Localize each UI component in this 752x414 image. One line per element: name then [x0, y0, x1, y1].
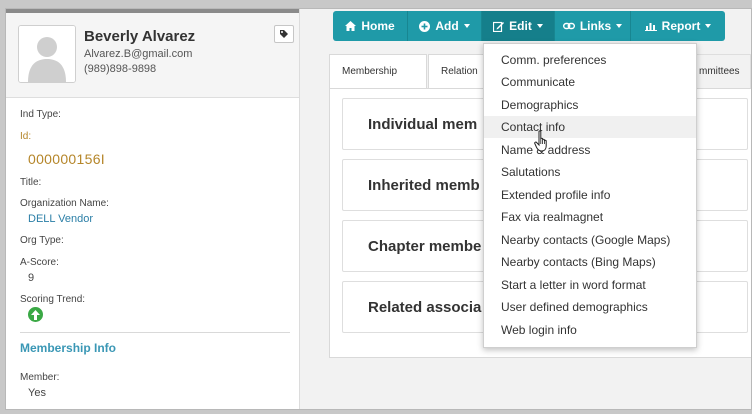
edit-label: Edit [509, 19, 532, 33]
chevron-down-icon [705, 24, 712, 28]
org-name-link[interactable]: DELL Vendor [28, 213, 93, 225]
add-button[interactable]: Add [408, 11, 482, 41]
profile-header: Beverly Alvarez Alvarez.B@gmail.com (989… [6, 13, 299, 98]
title-label: Title: [20, 177, 42, 188]
contact-phone: (989)898-9898 [84, 63, 157, 75]
home-icon [345, 21, 357, 31]
menu-item-comm-preferences[interactable]: Comm. preferences [484, 49, 696, 71]
menu-item-user-demographics[interactable]: User defined demographics [484, 296, 696, 318]
links-button[interactable]: Links [555, 11, 631, 41]
menu-item-communicate[interactable]: Communicate [484, 71, 696, 93]
edit-dropdown-menu: Comm. preferences Communicate Demographi… [483, 43, 697, 348]
member-label: Member: [20, 372, 60, 383]
org-name-label: Organization Name: [20, 198, 109, 209]
membership-info-title: Membership Info [20, 341, 117, 355]
id-value: 000000156I [28, 151, 105, 167]
plus-circle-icon [419, 20, 431, 32]
links-label: Links [579, 19, 612, 33]
chevron-down-icon [463, 24, 470, 28]
menu-item-contact-info[interactable]: Contact info [484, 116, 696, 138]
card-title: Inherited memb [368, 177, 480, 194]
menu-item-fax-realmagnet[interactable]: Fax via realmagnet [484, 206, 696, 228]
contact-email[interactable]: Alvarez.B@gmail.com [84, 48, 192, 60]
tag-icon [280, 30, 288, 38]
main-toolbar: Home Add Edit Links Report [333, 11, 725, 41]
report-button[interactable]: Report [631, 11, 725, 41]
tag-button[interactable] [274, 25, 294, 43]
menu-item-nearby-bing[interactable]: Nearby contacts (Bing Maps) [484, 251, 696, 273]
trend-up-icon [28, 307, 43, 322]
home-label: Home [361, 19, 395, 33]
edit-icon [493, 21, 505, 32]
chevron-down-icon [536, 24, 543, 28]
home-button[interactable]: Home [333, 11, 408, 41]
menu-item-demographics[interactable]: Demographics [484, 94, 696, 116]
contact-name: Beverly Alvarez [84, 28, 196, 45]
menu-item-nearby-google[interactable]: Nearby contacts (Google Maps) [484, 229, 696, 251]
menu-item-start-letter[interactable]: Start a letter in word format [484, 274, 696, 296]
id-label: Id: [20, 131, 32, 142]
menu-item-salutations[interactable]: Salutations [484, 161, 696, 183]
org-type-label: Org Type: [20, 235, 64, 246]
chevron-down-icon [616, 24, 623, 28]
menu-item-extended-profile[interactable]: Extended profile info [484, 184, 696, 206]
section-divider [20, 332, 290, 333]
card-title: Related associa [368, 299, 482, 316]
report-label: Report [661, 19, 701, 33]
contact-sidebar: Beverly Alvarez Alvarez.B@gmail.com (989… [6, 9, 300, 409]
ind-type-label: Ind Type: [20, 109, 61, 120]
ascore-value: 9 [28, 272, 35, 284]
app-frame: Beverly Alvarez Alvarez.B@gmail.com (989… [5, 8, 752, 410]
hand-cursor-icon [534, 130, 547, 152]
avatar[interactable] [18, 25, 76, 83]
arrow-up-icon [31, 309, 40, 320]
tab-membership[interactable]: Membership [329, 54, 427, 88]
add-label: Add [435, 19, 459, 33]
tab-relations[interactable]: Relation [428, 54, 488, 88]
menu-item-name-address[interactable]: Name & address [484, 139, 696, 161]
card-title: Chapter membe [368, 238, 482, 255]
scoring-trend-label: Scoring Trend: [20, 294, 86, 305]
ascore-label: A-Score: [20, 257, 59, 268]
link-icon [562, 22, 575, 30]
edit-button[interactable]: Edit [482, 11, 555, 41]
card-title: Individual mem [368, 116, 478, 133]
menu-item-web-login[interactable]: Web login info [484, 319, 696, 341]
member-value: Yes [28, 387, 46, 399]
bar-chart-icon [644, 23, 657, 31]
person-icon [19, 26, 75, 82]
